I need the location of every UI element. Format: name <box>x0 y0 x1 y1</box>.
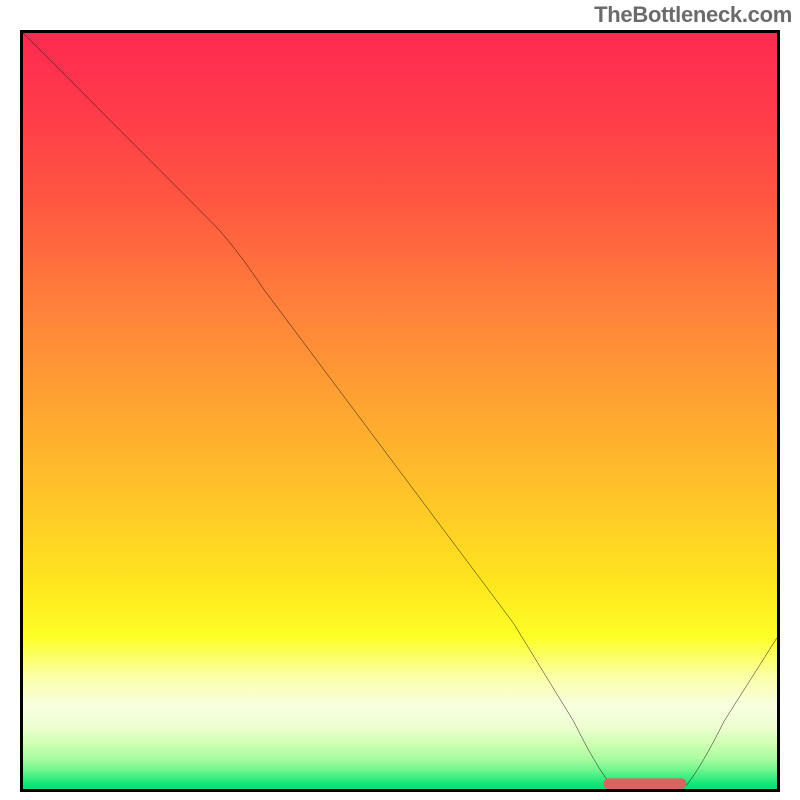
plot-area <box>20 30 780 792</box>
optimum-marker <box>604 778 687 789</box>
chart-container: TheBottleneck.com <box>0 0 800 800</box>
curve-path <box>23 33 777 785</box>
watermark-text: TheBottleneck.com <box>594 2 792 28</box>
curve-overlay <box>23 33 777 789</box>
